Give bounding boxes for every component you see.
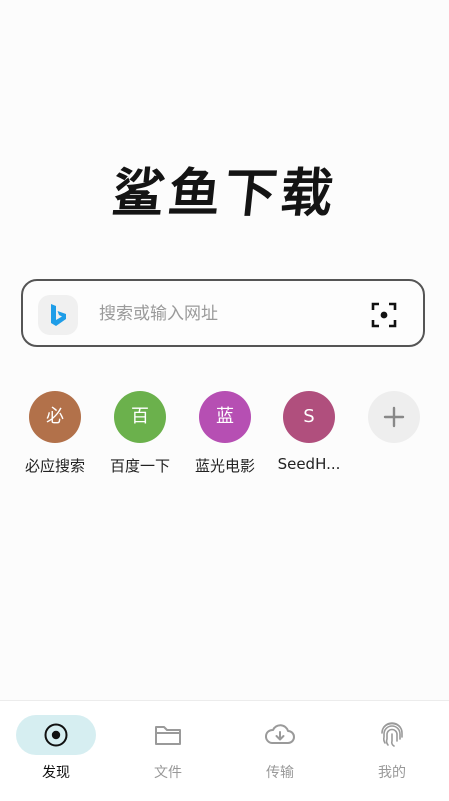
nav-label: 我的 <box>378 765 406 781</box>
shortcut-grid: 必 必应搜索 百 百度一下 蓝 蓝光电影 S SeedH... <box>0 391 449 481</box>
nav-label: 文件 <box>154 765 182 781</box>
scan-icon[interactable] <box>371 302 397 328</box>
shortcut-label: SeedH... <box>277 455 341 473</box>
nav-mine[interactable]: 我的 <box>336 715 448 782</box>
search-input[interactable] <box>99 301 349 327</box>
shortcut-avatar: 百 <box>114 391 166 443</box>
shortcut-avatar: S <box>283 391 335 443</box>
search-bar[interactable] <box>21 279 425 347</box>
bottom-nav: 发现 文件 传输 我的 <box>0 700 449 801</box>
shortcut-bluray-movie[interactable]: 蓝 蓝光电影 <box>183 391 267 476</box>
nav-label: 传输 <box>266 765 294 781</box>
nav-files[interactable]: 文件 <box>112 715 224 782</box>
bing-icon[interactable] <box>38 295 78 335</box>
shortcut-bing-search[interactable]: 必 必应搜索 <box>13 391 97 476</box>
shortcut-label: 必应搜索 <box>24 457 85 475</box>
folder-icon[interactable] <box>128 715 208 755</box>
shortcut-avatar: 必 <box>29 391 81 443</box>
shortcut-avatar: 蓝 <box>199 391 251 443</box>
app-logo: 鲨鱼下载 <box>109 164 340 224</box>
add-shortcut-button[interactable] <box>352 391 436 443</box>
shortcut-label: 百度一下 <box>109 457 170 475</box>
nav-discover[interactable]: 发现 <box>0 715 112 782</box>
plus-icon[interactable] <box>368 391 420 443</box>
nav-transfer[interactable]: 传输 <box>224 715 336 782</box>
shortcut-label: 蓝光电影 <box>194 457 255 475</box>
shortcut-seedh[interactable]: S SeedH... <box>267 391 351 473</box>
shortcut-baidu[interactable]: 百 百度一下 <box>98 391 182 476</box>
nav-label: 发现 <box>42 765 70 781</box>
fingerprint-icon[interactable] <box>352 715 432 755</box>
discover-icon[interactable] <box>16 715 96 755</box>
cloud-download-icon[interactable] <box>240 715 320 755</box>
